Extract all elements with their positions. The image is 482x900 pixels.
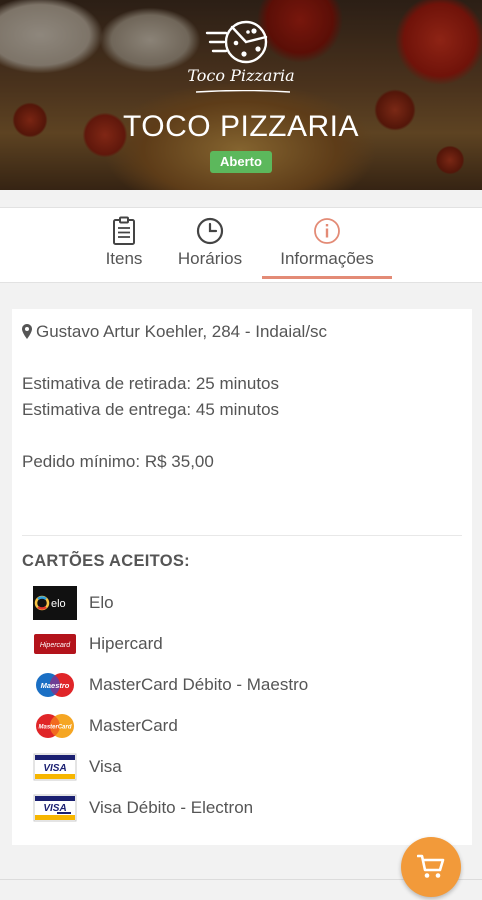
cart-button[interactable]	[401, 837, 461, 897]
card-label: Elo	[89, 593, 114, 612]
pizza-logo-icon	[205, 20, 268, 64]
tab-hours[interactable]: Horários	[168, 208, 252, 284]
svg-text:elo: elo	[51, 598, 66, 610]
maestro-logo-icon: Maestro	[36, 673, 74, 697]
tab-items-label: Itens	[105, 249, 143, 268]
address-text: Gustavo Artur Koehler, 284 - Indaial/sc	[36, 322, 328, 341]
store-header: Toco Pizzaria TOCO PIZZARIA Aberto	[0, 0, 482, 190]
store-address: Gustavo Artur Koehler, 284 - Indaial/sc	[22, 322, 327, 342]
status-badge: Aberto	[210, 151, 272, 173]
hipercard-logo-icon: Hipercard	[34, 634, 76, 654]
tab-info[interactable]: Informações	[262, 208, 392, 284]
logo-underline	[195, 90, 291, 93]
card-label: Visa	[89, 757, 122, 776]
logo-wordmark: Toco Pizzaria	[187, 66, 295, 85]
elo-logo-icon: elo	[33, 586, 77, 620]
delivery-estimate: Estimativa de entrega: 45 minutos	[22, 400, 280, 419]
card-label: Visa Débito - Electron	[89, 798, 254, 817]
info-icon	[314, 218, 340, 244]
section-divider	[22, 535, 462, 536]
pickup-estimate: Estimativa de retirada: 25 minutos	[22, 374, 280, 393]
clock-icon	[196, 217, 224, 245]
minimum-order: Pedido mínimo: R$ 35,00	[22, 452, 214, 471]
visa-logo-icon: VISA	[33, 753, 77, 781]
accepted-cards-heading: CARTÕES ACEITOS:	[22, 552, 190, 570]
visa-electron-logo-icon: VISA	[33, 794, 77, 822]
tab-bar: Itens Horários Informações	[0, 207, 482, 283]
svg-text:MasterCard: MasterCard	[38, 725, 71, 731]
tab-info-label: Informações	[280, 249, 374, 268]
map-pin-icon	[22, 324, 32, 339]
tab-items[interactable]: Itens	[96, 208, 152, 284]
store-name: TOCO PIZZARIA	[123, 110, 359, 143]
mastercard-logo-icon: MasterCard	[36, 714, 74, 738]
svg-text:Maestro: Maestro	[41, 681, 70, 690]
svg-text:VISA: VISA	[43, 763, 66, 774]
svg-text:Hipercard: Hipercard	[40, 642, 71, 649]
info-card: Gustavo Artur Koehler, 284 - Indaial/sc …	[12, 309, 472, 845]
clipboard-icon	[113, 216, 135, 245]
card-label: Hipercard	[89, 634, 163, 653]
shopping-cart-icon	[417, 854, 445, 878]
tab-hours-label: Horários	[177, 249, 243, 268]
card-label: MasterCard Débito - Maestro	[89, 675, 309, 694]
card-label: MasterCard	[89, 716, 178, 735]
active-tab-indicator	[262, 276, 392, 279]
